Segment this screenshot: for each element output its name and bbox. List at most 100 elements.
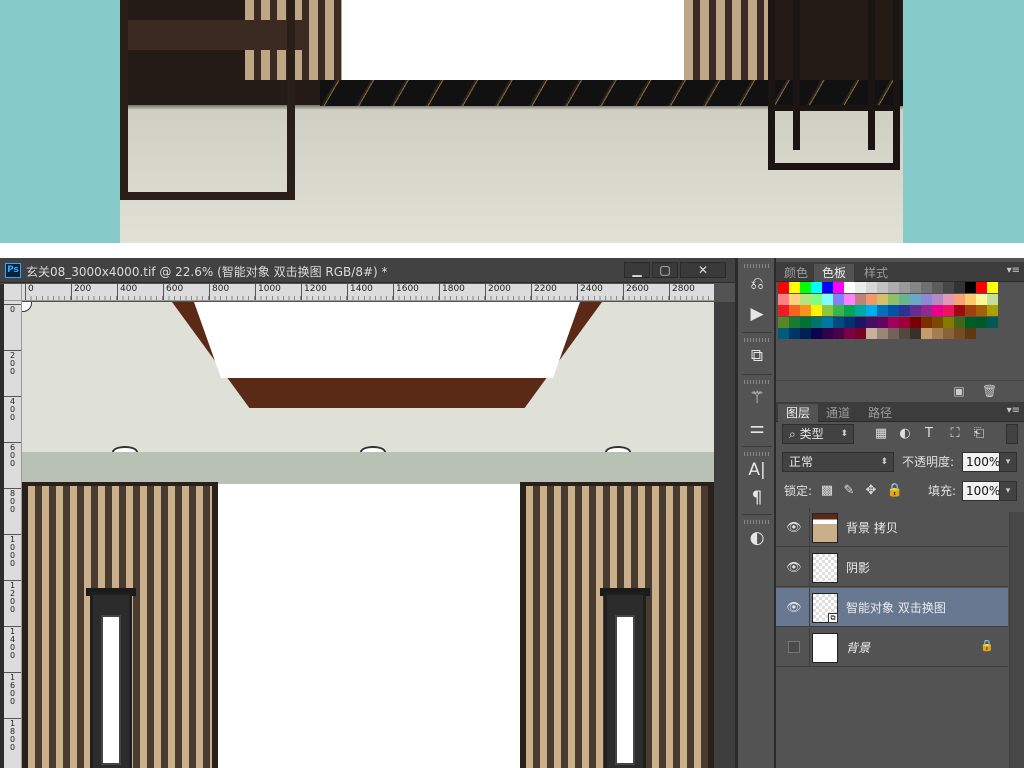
opacity-dropdown-button[interactable]: ▾ [999,452,1017,472]
color-swatch[interactable] [811,305,822,316]
lock-pixels-icon[interactable]: ✎ [840,481,858,501]
color-swatch[interactable] [822,282,833,293]
color-swatch[interactable] [987,316,998,328]
color-swatch[interactable] [866,316,877,328]
color-swatch[interactable] [921,293,932,305]
eye-icon[interactable]: 👁 [786,600,802,614]
vertical-ruler[interactable]: 02 0 04 0 06 0 08 0 01 0 0 01 2 0 01 4 0… [4,301,22,768]
color-swatch[interactable] [943,293,954,305]
color-swatch[interactable] [888,293,899,305]
color-swatch[interactable] [866,328,877,339]
color-swatch[interactable] [833,316,844,328]
color-swatch[interactable] [844,305,855,316]
lock-position-icon[interactable]: ✥ [862,481,880,501]
tab-channels[interactable]: 通道 [818,404,858,422]
character-icon[interactable]: A| [743,458,771,482]
color-swatch[interactable] [866,282,877,293]
tab-color[interactable]: 颜色 [776,264,816,282]
layers-scrollbar[interactable] [1009,512,1024,768]
color-swatch[interactable] [822,305,833,316]
pixel-filter-icon[interactable]: ▦ [872,424,890,444]
tab-paths[interactable]: 路径 [860,404,900,422]
ruler-origin[interactable] [4,284,22,301]
color-swatch[interactable] [954,282,965,293]
color-swatch[interactable] [943,316,954,328]
trash-icon[interactable]: 🗑 [982,384,997,398]
color-swatch[interactable] [877,305,888,316]
clone-source-icon[interactable]: ◐ [743,526,771,550]
fill-dropdown-button[interactable]: ▾ [999,481,1017,501]
color-swatch[interactable] [855,305,866,316]
color-swatch[interactable] [811,316,822,328]
history-icon[interactable]: ⎌ [743,272,771,296]
color-swatch[interactable] [811,282,822,293]
color-swatch[interactable] [976,282,987,293]
panel-grip[interactable] [744,338,770,342]
color-swatch[interactable] [833,293,844,305]
lock-transparency-icon[interactable]: ▩ [818,481,836,501]
color-swatch[interactable] [844,316,855,328]
color-swatch[interactable] [888,316,899,328]
maximize-button[interactable]: ▢ [652,262,678,278]
close-button[interactable]: ✕ [680,262,726,278]
document-canvas[interactable] [22,302,714,768]
horizontal-ruler[interactable]: 0 200 400 600 800 1000 1200 1400 1600 1800 2000 220… [22,284,714,301]
color-swatch[interactable] [899,282,910,293]
panel-grip[interactable] [744,452,770,456]
color-swatch[interactable] [899,316,910,328]
color-swatch[interactable] [921,316,932,328]
color-swatch[interactable] [778,316,789,328]
color-swatch[interactable] [943,305,954,316]
color-swatch[interactable] [877,328,888,339]
layer-row-selected[interactable]: 👁 ⧉ 智能对象 双击换图 [776,588,1008,627]
color-swatch[interactable] [921,328,932,339]
color-swatch[interactable] [888,282,899,293]
color-swatch[interactable] [822,293,833,305]
smart-object-filter-icon[interactable]: ⎗ [970,424,988,444]
color-swatch[interactable] [833,328,844,339]
color-swatch[interactable] [855,328,866,339]
panel-menu-icon[interactable]: ▾≡ [1007,405,1020,416]
color-swatch[interactable] [910,282,921,293]
color-swatch[interactable] [822,316,833,328]
eye-icon[interactable]: 👁 [786,560,802,574]
panel-grip[interactable] [744,380,770,384]
eye-icon[interactable]: 👁 [786,520,802,534]
color-swatch[interactable] [844,328,855,339]
new-swatch-icon[interactable]: ▣ [952,384,966,398]
fill-input[interactable]: 100% [962,481,1000,501]
color-swatch[interactable] [976,305,987,316]
lock-all-icon[interactable]: 🔒 [886,481,904,501]
color-swatch[interactable] [932,293,943,305]
panel-menu-icon[interactable]: ▾≡ [1007,265,1020,276]
color-swatch[interactable] [965,293,976,305]
adjust-sliders-icon[interactable]: ⚌ [743,416,771,440]
color-swatch[interactable] [877,293,888,305]
color-swatch[interactable] [943,282,954,293]
3d-icon[interactable]: ⧉ [743,344,771,368]
color-swatch[interactable] [954,293,965,305]
color-swatch[interactable] [800,305,811,316]
swatch-grid[interactable] [778,282,1000,368]
color-swatch[interactable] [965,282,976,293]
color-swatch[interactable] [811,328,822,339]
panel-grip[interactable] [744,264,770,268]
color-swatch[interactable] [855,282,866,293]
color-swatch[interactable] [965,316,976,328]
brush-preset-icon[interactable]: ⚚ [743,386,771,410]
color-swatch[interactable] [899,305,910,316]
color-swatch[interactable] [932,316,943,328]
color-swatch[interactable] [800,328,811,339]
color-swatch[interactable] [866,305,877,316]
color-swatch[interactable] [822,328,833,339]
color-swatch[interactable] [921,282,932,293]
visibility-toggle-off[interactable] [788,641,800,653]
color-swatch[interactable] [800,316,811,328]
minimize-button[interactable]: ▁ [624,262,650,278]
color-swatch[interactable] [800,293,811,305]
color-swatch[interactable] [877,316,888,328]
color-swatch[interactable] [965,328,976,339]
color-swatch[interactable] [954,316,965,328]
color-swatch[interactable] [877,282,888,293]
color-swatch[interactable] [910,305,921,316]
